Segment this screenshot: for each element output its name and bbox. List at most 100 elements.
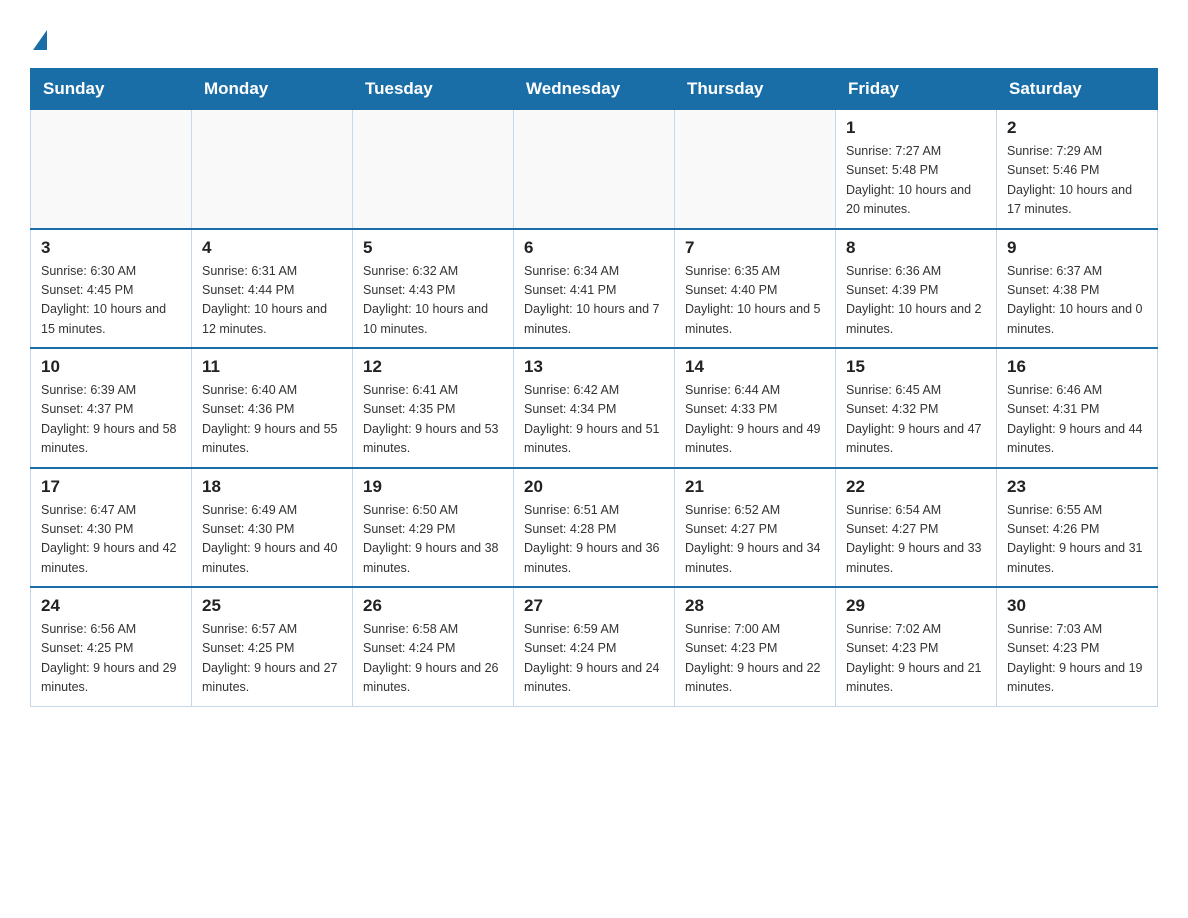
calendar-cell: 3Sunrise: 6:30 AMSunset: 4:45 PMDaylight… xyxy=(31,229,192,349)
day-number: 19 xyxy=(363,477,503,497)
day-info: Sunrise: 6:47 AMSunset: 4:30 PMDaylight:… xyxy=(41,501,181,579)
day-number: 24 xyxy=(41,596,181,616)
calendar-cell: 5 Sunrise: 6:32 AMSunset: 4:43 PMDaylight… xyxy=(353,229,514,349)
day-info: Sunrise: 6:36 AMSunset: 4:39 PMDaylight:… xyxy=(846,262,986,340)
calendar-week-row: 1 Sunrise: 7:27 AMSunset: 5:48 PMDaylight… xyxy=(31,110,1158,229)
day-info: Sunrise: 6:34 AMSunset: 4:41 PMDaylight:… xyxy=(524,262,664,340)
calendar-cell: 25 Sunrise: 6:57 AMSunset: 4:25 PMDayligh… xyxy=(192,587,353,706)
day-number: 7 xyxy=(685,238,825,258)
day-number: 1 xyxy=(846,118,986,138)
weekday-header-friday: Friday xyxy=(836,69,997,110)
day-number: 20 xyxy=(524,477,664,497)
day-info: Sunrise: 6:31 AMSunset: 4:44 PMDaylight:… xyxy=(202,262,342,340)
calendar-table: SundayMondayTuesdayWednesdayThursdayFrid… xyxy=(30,68,1158,707)
day-number: 29 xyxy=(846,596,986,616)
day-number: 21 xyxy=(685,477,825,497)
day-info: Sunrise: 6:41 AMSunset: 4:35 PMDaylight:… xyxy=(363,381,503,459)
calendar-cell: 10Sunrise: 6:39 AMSunset: 4:37 PMDayligh… xyxy=(31,348,192,468)
day-number: 26 xyxy=(363,596,503,616)
logo-flag-icon xyxy=(33,30,47,50)
day-number: 16 xyxy=(1007,357,1147,377)
day-number: 9 xyxy=(1007,238,1147,258)
day-info: Sunrise: 6:45 AMSunset: 4:32 PMDaylight:… xyxy=(846,381,986,459)
calendar-cell: 15 Sunrise: 6:45 AMSunset: 4:32 PMDayligh… xyxy=(836,348,997,468)
calendar-cell: 4 Sunrise: 6:31 AMSunset: 4:44 PMDaylight… xyxy=(192,229,353,349)
day-info: Sunrise: 6:32 AMSunset: 4:43 PMDaylight:… xyxy=(363,262,503,340)
calendar-week-row: 24 Sunrise: 6:56 AMSunset: 4:25 PMDayligh… xyxy=(31,587,1158,706)
calendar-cell: 16Sunrise: 6:46 AMSunset: 4:31 PMDayligh… xyxy=(997,348,1158,468)
day-number: 3 xyxy=(41,238,181,258)
day-number: 30 xyxy=(1007,596,1147,616)
calendar-cell: 8 Sunrise: 6:36 AMSunset: 4:39 PMDaylight… xyxy=(836,229,997,349)
calendar-cell xyxy=(31,110,192,229)
day-number: 8 xyxy=(846,238,986,258)
logo xyxy=(30,28,47,50)
calendar-cell: 2Sunrise: 7:29 AMSunset: 5:46 PMDaylight… xyxy=(997,110,1158,229)
day-number: 22 xyxy=(846,477,986,497)
calendar-week-row: 3Sunrise: 6:30 AMSunset: 4:45 PMDaylight… xyxy=(31,229,1158,349)
weekday-header-thursday: Thursday xyxy=(675,69,836,110)
calendar-cell xyxy=(514,110,675,229)
calendar-cell: 12 Sunrise: 6:41 AMSunset: 4:35 PMDayligh… xyxy=(353,348,514,468)
calendar-cell: 19 Sunrise: 6:50 AMSunset: 4:29 PMDayligh… xyxy=(353,468,514,588)
calendar-cell: 24 Sunrise: 6:56 AMSunset: 4:25 PMDayligh… xyxy=(31,587,192,706)
day-number: 15 xyxy=(846,357,986,377)
day-info: Sunrise: 6:56 AMSunset: 4:25 PMDaylight:… xyxy=(41,620,181,698)
calendar-cell xyxy=(675,110,836,229)
calendar-cell: 27 Sunrise: 6:59 AMSunset: 4:24 PMDayligh… xyxy=(514,587,675,706)
day-number: 17 xyxy=(41,477,181,497)
day-info: Sunrise: 6:50 AMSunset: 4:29 PMDaylight:… xyxy=(363,501,503,579)
day-number: 4 xyxy=(202,238,342,258)
day-info: Sunrise: 7:03 AMSunset: 4:23 PMDaylight:… xyxy=(1007,620,1147,698)
day-info: Sunrise: 6:52 AMSunset: 4:27 PMDaylight:… xyxy=(685,501,825,579)
calendar-cell: 14Sunrise: 6:44 AMSunset: 4:33 PMDayligh… xyxy=(675,348,836,468)
calendar-cell: 1 Sunrise: 7:27 AMSunset: 5:48 PMDaylight… xyxy=(836,110,997,229)
day-info: Sunrise: 6:59 AMSunset: 4:24 PMDaylight:… xyxy=(524,620,664,698)
calendar-cell xyxy=(353,110,514,229)
day-info: Sunrise: 6:44 AMSunset: 4:33 PMDaylight:… xyxy=(685,381,825,459)
day-info: Sunrise: 6:51 AMSunset: 4:28 PMDaylight:… xyxy=(524,501,664,579)
weekday-header-sunday: Sunday xyxy=(31,69,192,110)
calendar-cell: 17 Sunrise: 6:47 AMSunset: 4:30 PMDayligh… xyxy=(31,468,192,588)
calendar-cell: 30 Sunrise: 7:03 AMSunset: 4:23 PMDayligh… xyxy=(997,587,1158,706)
day-info: Sunrise: 7:27 AMSunset: 5:48 PMDaylight:… xyxy=(846,142,986,220)
weekday-header-saturday: Saturday xyxy=(997,69,1158,110)
day-info: Sunrise: 6:37 AMSunset: 4:38 PMDaylight:… xyxy=(1007,262,1147,340)
calendar-cell: 23Sunrise: 6:55 AMSunset: 4:26 PMDayligh… xyxy=(997,468,1158,588)
page-header xyxy=(30,20,1158,50)
calendar-header-row: SundayMondayTuesdayWednesdayThursdayFrid… xyxy=(31,69,1158,110)
calendar-cell: 7 Sunrise: 6:35 AMSunset: 4:40 PMDaylight… xyxy=(675,229,836,349)
weekday-header-monday: Monday xyxy=(192,69,353,110)
day-number: 28 xyxy=(685,596,825,616)
day-number: 18 xyxy=(202,477,342,497)
logo-general xyxy=(30,28,47,48)
day-number: 11 xyxy=(202,357,342,377)
day-number: 5 xyxy=(363,238,503,258)
day-info: Sunrise: 6:54 AMSunset: 4:27 PMDaylight:… xyxy=(846,501,986,579)
calendar-cell: 20 Sunrise: 6:51 AMSunset: 4:28 PMDayligh… xyxy=(514,468,675,588)
day-info: Sunrise: 6:55 AMSunset: 4:26 PMDaylight:… xyxy=(1007,501,1147,579)
calendar-cell: 22 Sunrise: 6:54 AMSunset: 4:27 PMDayligh… xyxy=(836,468,997,588)
day-info: Sunrise: 7:00 AMSunset: 4:23 PMDaylight:… xyxy=(685,620,825,698)
day-info: Sunrise: 6:58 AMSunset: 4:24 PMDaylight:… xyxy=(363,620,503,698)
calendar-cell: 13 Sunrise: 6:42 AMSunset: 4:34 PMDayligh… xyxy=(514,348,675,468)
day-number: 2 xyxy=(1007,118,1147,138)
day-number: 12 xyxy=(363,357,503,377)
day-info: Sunrise: 6:49 AMSunset: 4:30 PMDaylight:… xyxy=(202,501,342,579)
day-number: 25 xyxy=(202,596,342,616)
calendar-cell: 29 Sunrise: 7:02 AMSunset: 4:23 PMDayligh… xyxy=(836,587,997,706)
day-info: Sunrise: 6:57 AMSunset: 4:25 PMDaylight:… xyxy=(202,620,342,698)
day-info: Sunrise: 6:42 AMSunset: 4:34 PMDaylight:… xyxy=(524,381,664,459)
calendar-cell: 9 Sunrise: 6:37 AMSunset: 4:38 PMDaylight… xyxy=(997,229,1158,349)
weekday-header-wednesday: Wednesday xyxy=(514,69,675,110)
day-info: Sunrise: 6:40 AMSunset: 4:36 PMDaylight:… xyxy=(202,381,342,459)
day-number: 13 xyxy=(524,357,664,377)
day-info: Sunrise: 7:02 AMSunset: 4:23 PMDaylight:… xyxy=(846,620,986,698)
day-number: 27 xyxy=(524,596,664,616)
calendar-cell xyxy=(192,110,353,229)
day-info: Sunrise: 6:35 AMSunset: 4:40 PMDaylight:… xyxy=(685,262,825,340)
day-number: 10 xyxy=(41,357,181,377)
calendar-cell: 26 Sunrise: 6:58 AMSunset: 4:24 PMDayligh… xyxy=(353,587,514,706)
calendar-cell: 18 Sunrise: 6:49 AMSunset: 4:30 PMDayligh… xyxy=(192,468,353,588)
calendar-cell: 6Sunrise: 6:34 AMSunset: 4:41 PMDaylight… xyxy=(514,229,675,349)
